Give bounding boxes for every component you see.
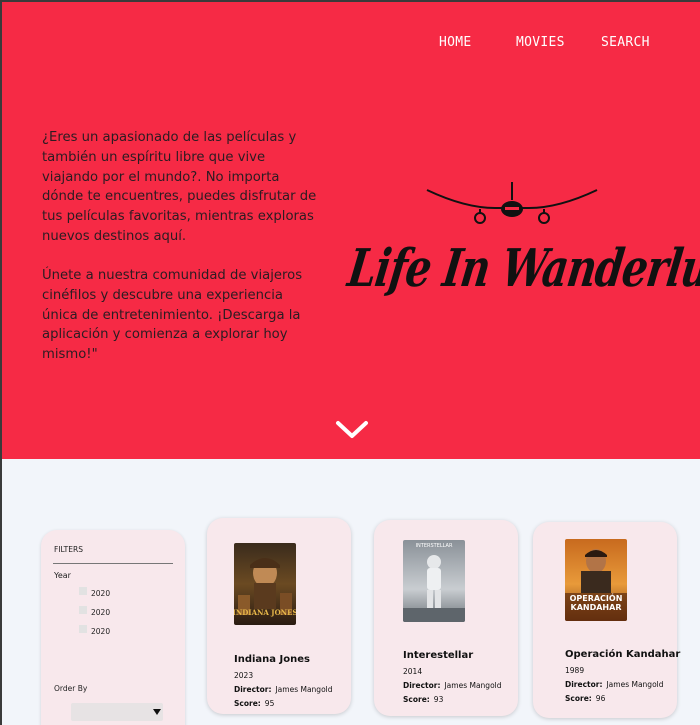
movie-year: 2023 bbox=[234, 671, 254, 680]
hero-intro-text: ¿Eres un apasionado de las películas y t… bbox=[42, 130, 317, 244]
movie-director: Director: James Mangold bbox=[234, 685, 333, 694]
movie-card-interestellar[interactable]: INTERSTELLAR Interestellar 2014 Director… bbox=[374, 520, 518, 716]
movie-poster: OPERACIÓN KANDAHAR bbox=[565, 539, 627, 621]
movie-poster: INDIANA JONES bbox=[234, 543, 296, 625]
movie-director: Director: James Mangold bbox=[565, 680, 664, 689]
chevron-down-icon[interactable] bbox=[334, 417, 370, 441]
score-label: Score: bbox=[234, 699, 261, 708]
movie-title: Interestellar bbox=[403, 650, 474, 661]
movie-title: Indiana Jones bbox=[234, 654, 310, 665]
year-checkbox-option[interactable]: 2020 bbox=[79, 606, 139, 618]
movie-score: Score: 96 bbox=[565, 694, 605, 703]
filters-panel: FILTERS Year 2020 2020 2020 Order By bbox=[41, 530, 185, 725]
year-option-label: 2020 bbox=[91, 608, 111, 617]
hero-section: HOME MOVIES SEARCH ¿Eres un apasionado d… bbox=[2, 2, 700, 459]
director-label: Director: bbox=[234, 685, 272, 694]
score-value: 96 bbox=[595, 694, 606, 703]
poster-text: KANDAHAR bbox=[571, 603, 622, 612]
score-label: Score: bbox=[403, 695, 430, 704]
brand-title: Life In Wanderlust bbox=[344, 237, 700, 299]
year-label: Year bbox=[54, 571, 71, 580]
score-label: Score: bbox=[565, 694, 592, 703]
divider bbox=[53, 563, 173, 564]
caret-down-icon bbox=[153, 709, 161, 715]
movie-score: Score: 95 bbox=[234, 699, 274, 708]
director-label: Director: bbox=[565, 680, 603, 689]
movie-year: 1989 bbox=[565, 666, 585, 675]
order-by-select[interactable] bbox=[71, 703, 163, 721]
nav-movies-link[interactable]: MOVIES bbox=[516, 35, 565, 50]
movie-poster: INTERSTELLAR bbox=[403, 540, 465, 622]
page: HOME MOVIES SEARCH ¿Eres un apasionado d… bbox=[2, 2, 700, 725]
nav-home-link[interactable]: HOME bbox=[439, 35, 472, 50]
checkbox[interactable] bbox=[79, 606, 87, 614]
movie-year: 2014 bbox=[403, 667, 423, 676]
year-option-label: 2020 bbox=[91, 589, 111, 598]
year-checkbox-option[interactable]: 2020 bbox=[79, 587, 139, 599]
score-value: 93 bbox=[433, 695, 444, 704]
poster-text: OPERACIÓN bbox=[570, 592, 623, 603]
checkbox[interactable] bbox=[79, 625, 87, 633]
year-checkbox-option[interactable]: 2020 bbox=[79, 625, 139, 637]
checkbox[interactable] bbox=[79, 587, 87, 595]
poster-text: INDIANA JONES bbox=[234, 608, 296, 617]
year-option-label: 2020 bbox=[91, 627, 111, 636]
director-value: James Mangold bbox=[444, 681, 502, 690]
poster-text: INTERSTELLAR bbox=[416, 543, 453, 549]
movie-card-indiana-jones[interactable]: INDIANA JONES Indiana Jones 2023 Directo… bbox=[207, 518, 351, 714]
hero-cta-text: Únete a nuestra comunidad de viajeros ci… bbox=[42, 268, 303, 363]
filters-title: FILTERS bbox=[54, 545, 83, 554]
nav-search-link[interactable]: SEARCH bbox=[601, 35, 650, 50]
movie-score: Score: 93 bbox=[403, 695, 443, 704]
order-by-label: Order By bbox=[54, 684, 88, 693]
director-label: Director: bbox=[403, 681, 441, 690]
director-value: James Mangold bbox=[275, 685, 333, 694]
movie-card-operacion-kandahar[interactable]: OPERACIÓN KANDAHAR Operación Kandahar 19… bbox=[533, 522, 681, 718]
top-nav: HOME MOVIES SEARCH bbox=[2, 35, 700, 55]
score-value: 95 bbox=[264, 699, 275, 708]
movie-director: Director: James Mangold bbox=[403, 681, 502, 690]
director-value: James Mangold bbox=[606, 680, 664, 689]
airplane-icon bbox=[426, 182, 598, 224]
movie-title: Operación Kandahar bbox=[565, 649, 681, 660]
